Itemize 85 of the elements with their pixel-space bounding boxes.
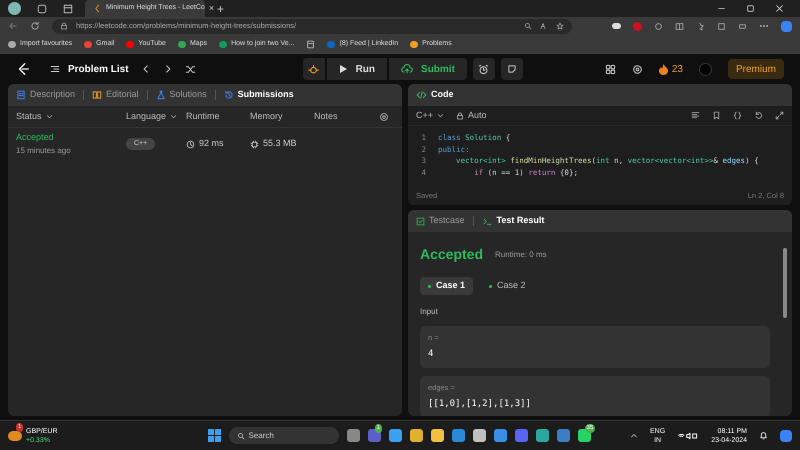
tab-favicon-icon: [93, 4, 102, 13]
variable-value: [[1,0],[1,2],[1,3]]: [428, 398, 532, 411]
lock-icon: [60, 22, 68, 30]
panel-tab[interactable]: Test Result: [482, 214, 544, 228]
system-tray-icon[interactable]: [677, 432, 700, 440]
workspaces-icon[interactable]: [37, 4, 47, 14]
runtime-cell: 92 ms: [186, 137, 250, 151]
chevron-up-icon[interactable]: [630, 432, 638, 440]
settings-icon[interactable]: [632, 64, 643, 74]
case-tab[interactable]: Case 1: [420, 277, 474, 295]
variable-value: 4: [428, 348, 434, 362]
clock-icon: [186, 140, 195, 148]
submission-time: 15 minutes ago: [16, 144, 72, 157]
note-icon[interactable]: [500, 58, 523, 80]
code-icon: [416, 90, 427, 100]
copilot-icon[interactable]: [780, 430, 792, 442]
premium-button[interactable]: Premium: [728, 59, 784, 79]
document-icon: [16, 90, 26, 100]
reset-icon[interactable]: [754, 111, 763, 120]
list-icon: [50, 64, 60, 74]
maximize-icon[interactable]: [746, 4, 755, 13]
page-icon[interactable]: [306, 40, 316, 49]
panel-tab[interactable]: Description: [16, 88, 76, 102]
split-screen-icon[interactable]: [675, 22, 684, 30]
terminal-icon: [482, 216, 493, 226]
more-icon[interactable]: [759, 24, 769, 28]
search-icon: [236, 432, 245, 440]
submit-button[interactable]: Submit: [389, 58, 467, 80]
panel-tab[interactable]: Submissions: [224, 88, 294, 102]
grid-icon[interactable]: [604, 64, 616, 74]
run-button[interactable]: Run: [326, 58, 388, 80]
profile-avatar[interactable]: [8, 2, 21, 15]
chevron-down-icon: [437, 112, 444, 119]
column-header[interactable]: Memory: [250, 110, 314, 124]
runtime-text: Runtime: 0 ms: [495, 248, 547, 260]
code-language-selector[interactable]: C++: [416, 108, 444, 122]
checkbox-icon: [416, 216, 425, 226]
chip-icon: [250, 140, 259, 148]
expand-icon[interactable]: [775, 111, 784, 120]
column-header[interactable]: Status: [16, 110, 126, 124]
flame-icon: [658, 64, 668, 74]
extensions-icon[interactable]: [654, 22, 663, 30]
play-icon: [338, 64, 348, 74]
refresh-icon[interactable]: [30, 21, 40, 31]
streak-counter[interactable]: 23: [658, 62, 683, 76]
collections-icon[interactable]: [717, 22, 726, 30]
verdict-text: Accepted: [420, 245, 484, 264]
read-aloud-icon: [540, 22, 548, 30]
start-icon[interactable]: [208, 429, 221, 442]
status-text[interactable]: Accepted: [16, 131, 126, 145]
history-icon: [224, 90, 234, 100]
favorite-star-icon: [556, 22, 564, 30]
bell-icon[interactable]: [759, 431, 768, 440]
column-header[interactable]: Notes: [314, 110, 374, 124]
debug-icon[interactable]: [302, 58, 325, 80]
search-field[interactable]: Search: [228, 427, 339, 444]
panel-title: Code: [431, 88, 454, 102]
flask-icon: [156, 90, 166, 100]
column-header[interactable]: Runtime: [186, 110, 250, 124]
new-tab-button[interactable]: +: [217, 0, 224, 18]
back-icon[interactable]: [8, 21, 18, 31]
alarm-clock-icon[interactable]: [472, 58, 495, 80]
case-tab[interactable]: Case 2: [481, 277, 534, 295]
chevron-down-icon: [170, 113, 178, 120]
chevron-down-icon: [46, 113, 53, 120]
tab-actions-icon[interactable]: [63, 4, 73, 14]
braces-icon[interactable]: [733, 111, 742, 120]
close-icon[interactable]: [775, 4, 784, 13]
book-icon: [92, 90, 102, 100]
tab-close-button[interactable]: ×: [208, 2, 214, 16]
copilot-icon[interactable]: [781, 20, 792, 32]
input-label: Input: [420, 306, 439, 318]
shuffle-icon[interactable]: [184, 64, 196, 74]
panel-tab[interactable]: Testcase: [416, 214, 465, 228]
bookmark-icon[interactable]: [712, 111, 721, 120]
lock-icon: [456, 112, 464, 120]
column-header[interactable]: Language: [126, 110, 186, 124]
auto-mode-label[interactable]: Auto: [456, 108, 487, 122]
cloud-upload-icon: [401, 63, 414, 75]
format-icon[interactable]: [691, 111, 700, 120]
memory-cell: 55.3 MB: [250, 137, 314, 151]
zoom-icon: [524, 22, 532, 30]
problem-list-button[interactable]: Problem List: [50, 62, 129, 76]
panel-tab[interactable]: Solutions: [156, 88, 207, 102]
panel-tab[interactable]: Editorial: [92, 88, 139, 102]
